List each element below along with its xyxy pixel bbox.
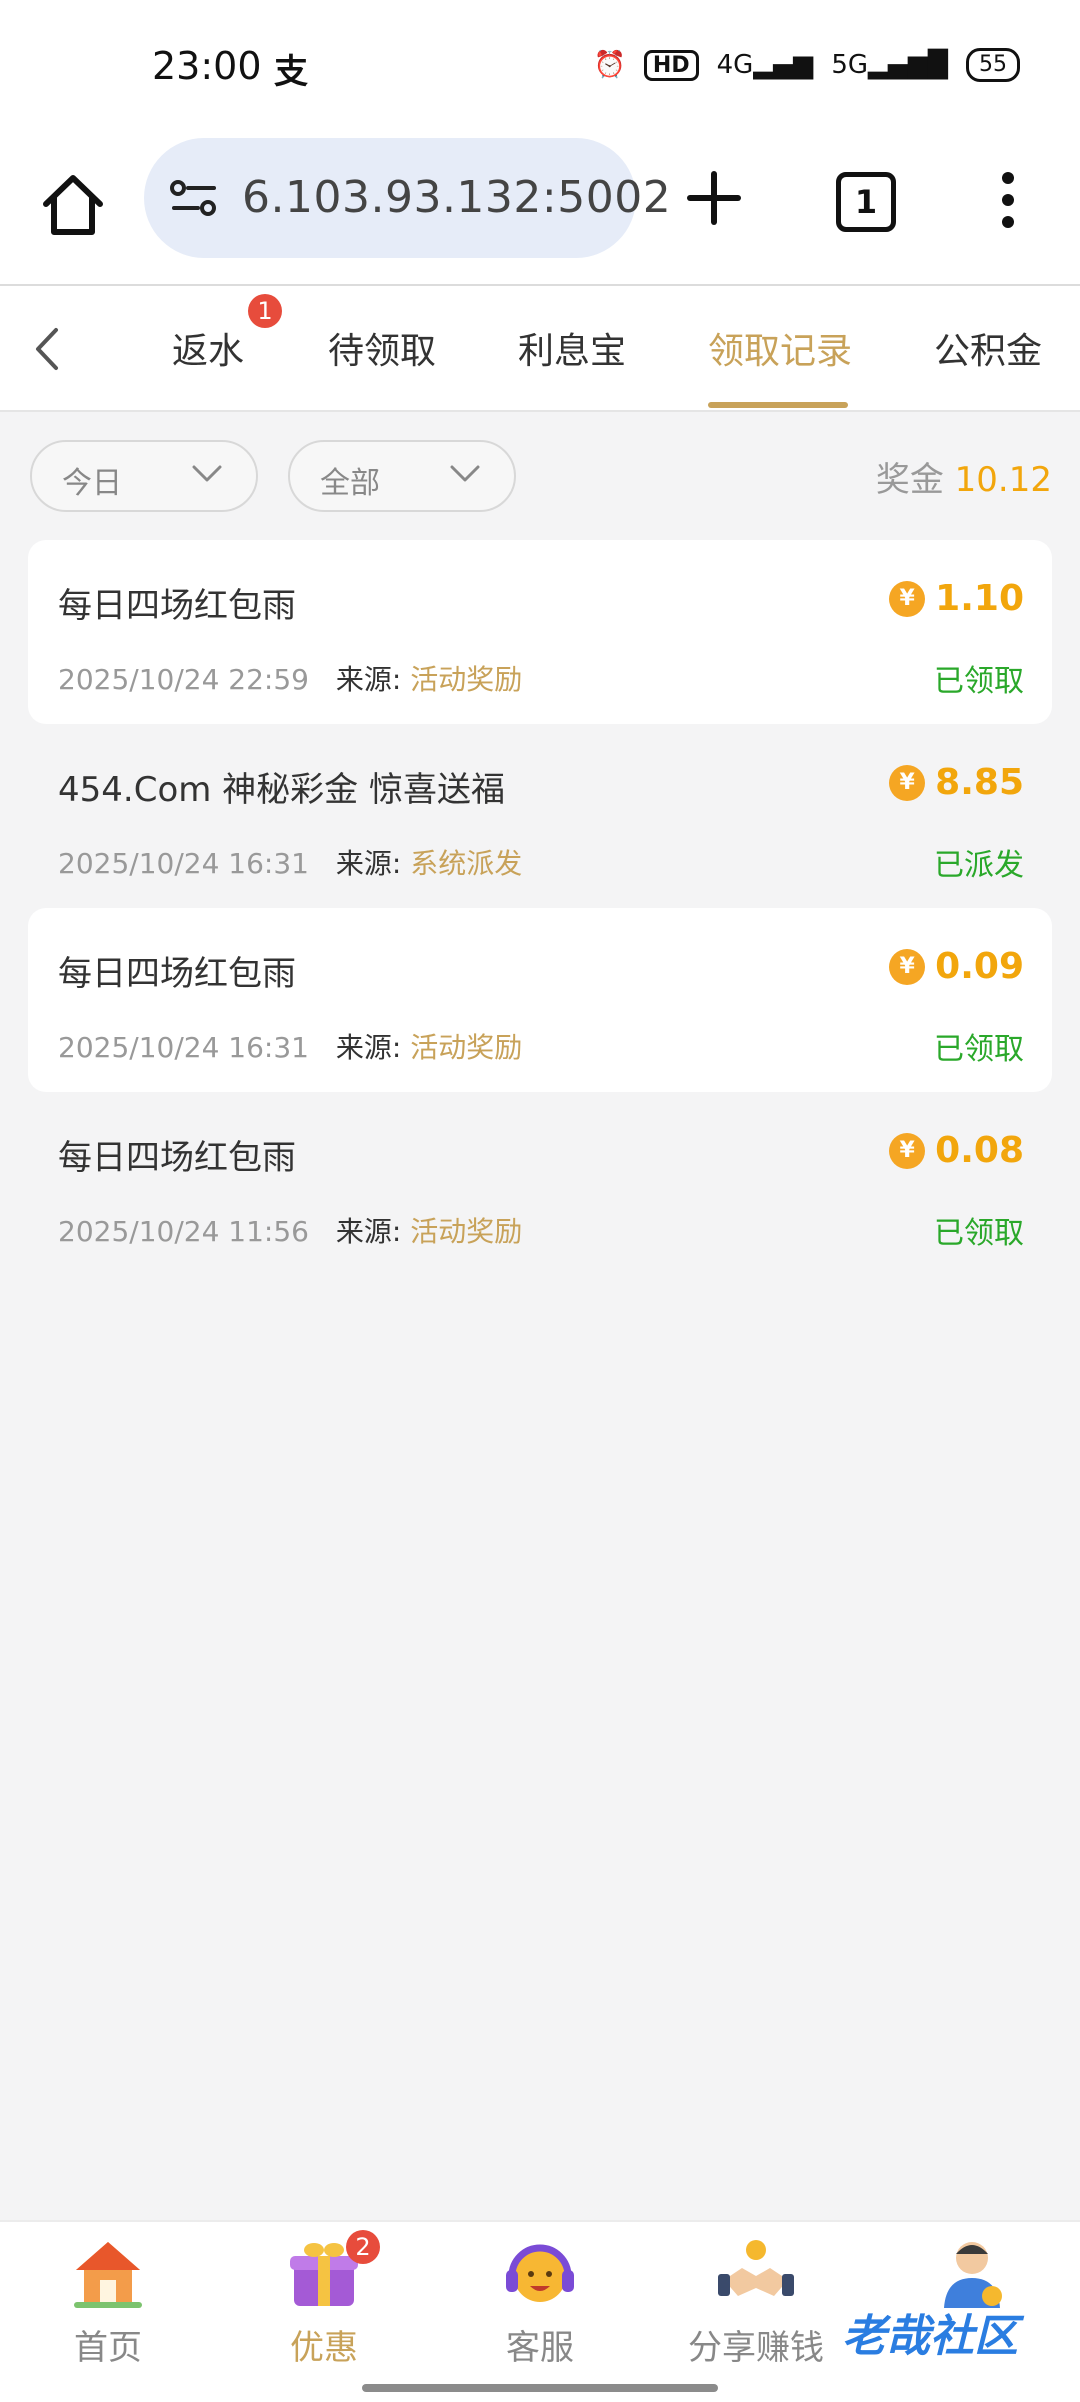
amount-value: 0.08 [935,1130,1024,1171]
battery-icon: 55 [966,48,1020,82]
signal-4g-icon: 4G▂▄▆ [716,50,814,80]
handshake-icon [718,2240,794,2296]
bonus-total: 奖金 10.12 [876,452,1052,501]
nav-promotions[interactable]: 2 优惠 [254,2230,394,2386]
source-label: 来源: [335,663,402,696]
record-meta: 2025/10/24 22:59 来源: 活动奖励 [58,658,522,698]
record-title: 每日四场红包雨 [58,954,296,994]
record-amount: ¥ 8.85 [889,762,1024,803]
category-tab-bar: 返水 1 待领取 利息宝 领取记录 公积金 [0,286,1080,412]
record-status: 已派发 [934,848,1024,883]
home-icon[interactable] [38,170,108,240]
new-tab-icon[interactable] [686,170,742,226]
source-value: 系统派发 [410,847,523,880]
coin-icon: ¥ [889,580,926,617]
record-title: 每日四场红包雨 [58,586,296,626]
date-filter-dropdown[interactable]: 今日 [30,440,258,512]
record-amount: ¥ 1.10 [889,578,1024,619]
bonus-label: 奖金 [875,460,944,500]
nav-customer-service[interactable]: 客服 [470,2236,610,2386]
tab-interest[interactable]: 利息宝 [518,322,626,374]
status-bar: 23:00 支 ⏰ HD 4G▂▄▆ 5G▂▄▆█ 55 [0,0,1080,130]
nav-label: 分享赚钱 [688,2328,824,2368]
record-datetime: 2025/10/24 11:56 [58,1215,309,1248]
source-value: 活动奖励 [410,1031,523,1064]
house-icon [74,2242,142,2308]
bonus-value: 10.12 [954,460,1052,500]
amount-value: 8.85 [935,762,1024,803]
nav-share-earn[interactable]: 分享赚钱 [686,2236,826,2386]
source-value: 活动奖励 [410,1215,523,1248]
active-tab-indicator [708,402,848,408]
site-settings-icon[interactable] [168,176,220,220]
hd-icon: HD [643,49,699,81]
record-status: 已领取 [934,1216,1024,1251]
date-filter-label: 今日 [62,466,122,501]
nav-home[interactable]: 首页 [38,2236,178,2386]
source-value: 活动奖励 [410,663,523,696]
list-item[interactable]: 每日四场红包雨 ¥ 1.10 2025/10/24 22:59 来源: 活动奖励… [28,540,1052,724]
headset-icon [506,2244,574,2302]
nav-label: 优惠 [290,2328,358,2368]
alipay-icon: 支 [274,52,308,92]
more-menu-icon[interactable] [996,170,1020,230]
list-item[interactable]: 每日四场红包雨 ¥ 0.09 2025/10/24 16:31 来源: 活动奖励… [28,908,1052,1092]
coin-icon: ¥ [889,764,926,801]
record-status: 已领取 [934,1032,1024,1067]
tab-claim-records[interactable]: 领取记录 [708,322,852,374]
claim-records-list: 每日四场红包雨 ¥ 1.10 2025/10/24 22:59 来源: 活动奖励… [28,540,1052,1276]
promotions-badge: 2 [346,2230,380,2264]
type-filter-label: 全部 [320,466,380,501]
record-datetime: 2025/10/24 16:31 [58,1031,309,1064]
record-title: 454.Com 神秘彩金 惊喜送福 [58,770,505,810]
tab-pending[interactable]: 待领取 [328,322,436,374]
signal-5g-icon: 5G▂▄▆█ [831,50,948,80]
filter-row: 今日 全部 奖金 10.12 [0,440,1080,512]
amount-value: 0.09 [935,946,1024,987]
source-label: 来源: [335,847,402,880]
coin-icon: ¥ [889,948,926,985]
browser-toolbar: 6.103.93.132:5002 1 [0,130,1080,286]
record-amount: ¥ 0.09 [889,946,1024,987]
record-amount: ¥ 0.08 [889,1130,1024,1171]
source-label: 来源: [335,1215,402,1248]
record-status: 已领取 [934,664,1024,699]
source-label: 来源: [335,1031,402,1064]
record-datetime: 2025/10/24 16:31 [58,847,309,880]
nav-label: 客服 [506,2328,574,2368]
coin-icon: ¥ [889,1132,926,1169]
status-icons: ⏰ HD 4G▂▄▆ 5G▂▄▆█ 55 [594,48,1020,82]
back-arrow-icon[interactable] [28,324,68,374]
status-time: 23:00 [152,44,262,88]
record-title: 每日四场红包雨 [58,1138,296,1178]
type-filter-dropdown[interactable]: 全部 [288,440,516,512]
watermark-logo: 老哉社区 [842,2311,1018,2362]
nav-label: 首页 [74,2328,142,2368]
record-meta: 2025/10/24 16:31 来源: 系统派发 [58,842,522,882]
list-item[interactable]: 454.Com 神秘彩金 惊喜送福 ¥ 8.85 2025/10/24 16:3… [28,724,1052,908]
url-text[interactable]: 6.103.93.132:5002 [242,172,671,223]
tab-switcher-button[interactable]: 1 [836,172,896,232]
amount-value: 1.10 [935,578,1024,619]
chevron-down-icon [192,465,222,482]
alarm-icon: ⏰ [593,50,626,80]
record-datetime: 2025/10/24 22:59 [58,663,309,696]
tab-rebate[interactable]: 返水 [172,322,244,374]
tab-provident-fund[interactable]: 公积金 [934,322,1042,374]
rebate-badge: 1 [248,294,282,328]
list-item[interactable]: 每日四场红包雨 ¥ 0.08 2025/10/24 11:56 来源: 活动奖励… [28,1092,1052,1276]
home-indicator[interactable] [362,2384,718,2392]
record-meta: 2025/10/24 11:56 来源: 活动奖励 [58,1210,522,1250]
profile-icon [944,2242,1002,2308]
chevron-down-icon [450,465,480,482]
address-bar[interactable]: 6.103.93.132:5002 [144,138,671,258]
record-meta: 2025/10/24 16:31 来源: 活动奖励 [58,1026,522,1066]
